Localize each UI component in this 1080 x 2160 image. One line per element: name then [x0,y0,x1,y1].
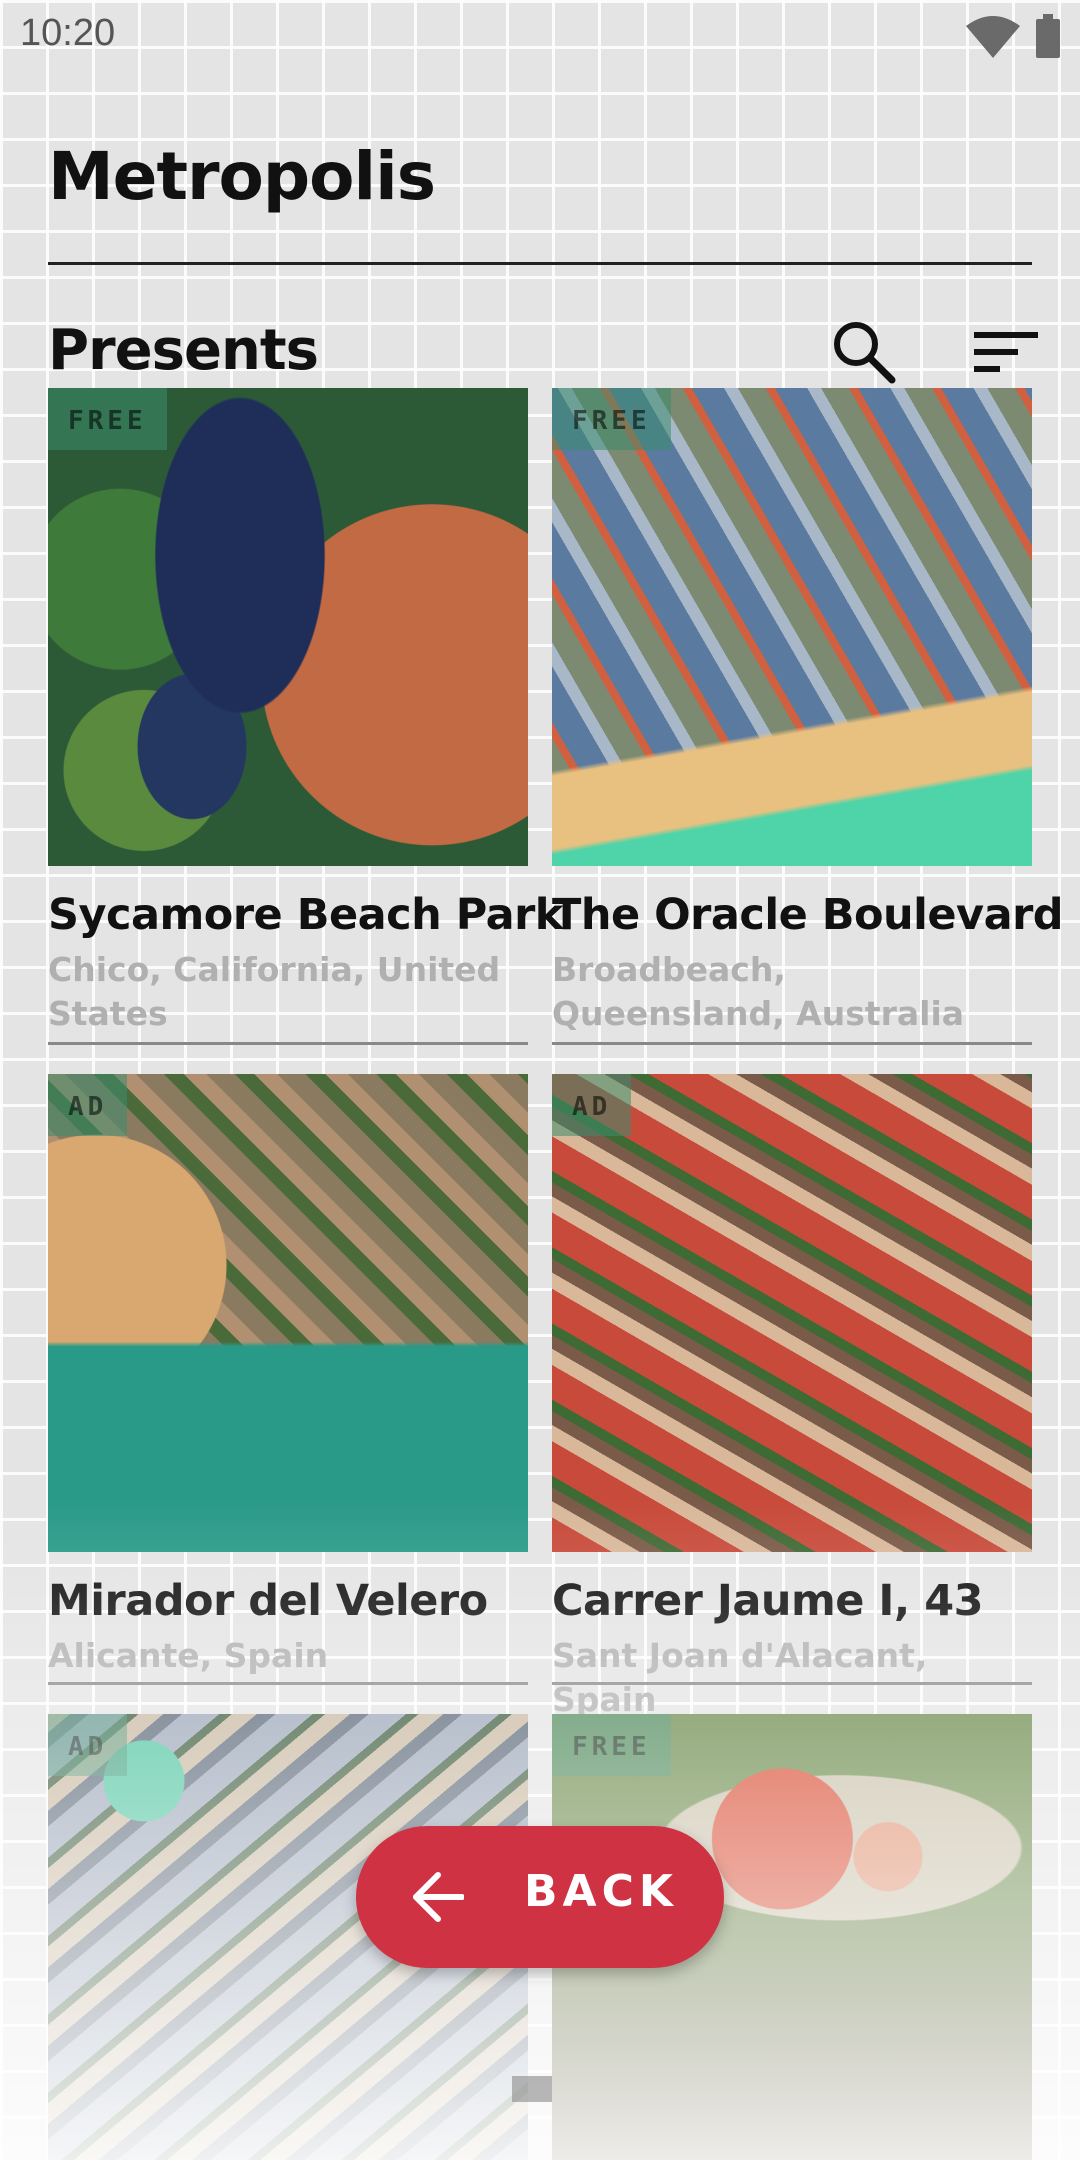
status-time: 10:20 [20,12,116,54]
card-badge: AD [48,1074,128,1136]
card-badge: FREE [552,388,671,450]
card-divider [48,1042,528,1045]
card-badge: AD [48,1714,128,1776]
search-icon[interactable] [830,318,896,384]
location-card[interactable]: FREE The Oracle Boulevard Broadbeach, Qu… [552,388,1064,1048]
scroll-indicator [512,2076,552,2102]
card-divider [48,1682,528,1685]
wifi-icon [966,16,1020,58]
status-bar: 10:20 [0,0,1080,72]
card-image: FREE [552,388,1032,866]
card-title: Carrer Jaume I, 43 [552,1576,984,1626]
card-location: Chico, California, United States [48,950,501,1033]
card-badge: AD [552,1074,632,1136]
app-title: Metropolis [48,138,436,215]
back-button[interactable]: BACK [356,1826,724,1968]
back-button-label: BACK [524,1866,678,1917]
card-badge: FREE [552,1714,671,1776]
card-title: Sycamore Beach Park [48,890,563,940]
location-card[interactable]: AD Mirador del Velero Alicante, Spain [48,1074,528,1686]
card-image: FREE [48,388,528,866]
card-divider [552,1682,1032,1685]
location-card[interactable]: AD Carrer Jaume I, 43 Sant Joan d'Alacan… [552,1074,1032,1719]
card-image: AD [552,1074,1032,1552]
card-image: AD [48,1074,528,1552]
card-title: Mirador del Velero [48,1576,488,1626]
card-title: The Oracle Boulevard [552,890,1064,940]
card-location: Alicante, Spain [48,1636,329,1675]
card-location: Sant Joan d'Alacant, Spain [552,1636,928,1719]
card-divider [552,1042,1032,1045]
arrow-left-icon [413,1872,464,1922]
section-title: Presents [48,318,319,383]
card-badge: FREE [48,388,167,450]
card-location: Broadbeach, Queensland, Australia [552,950,965,1033]
location-card[interactable]: FREE Sycamore Beach Park Chico, Californ… [48,388,563,1048]
title-divider [48,262,1032,265]
sort-icon[interactable] [974,324,1038,380]
battery-icon [1036,14,1060,58]
